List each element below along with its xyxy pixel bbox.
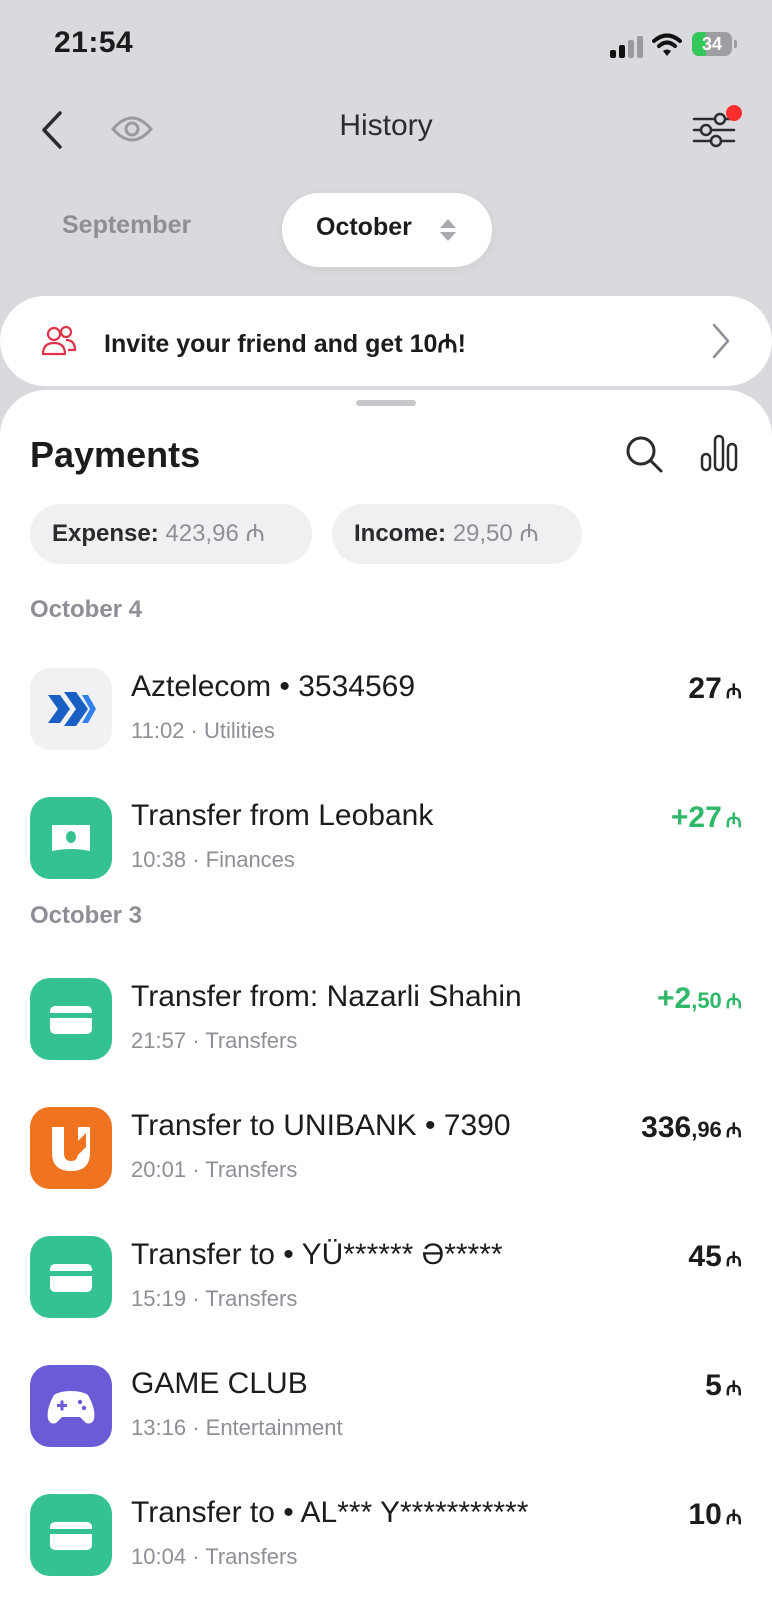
- search-icon[interactable]: [624, 434, 664, 474]
- transaction-amount: +2,50 ₼: [656, 982, 742, 1015]
- expense-chip[interactable]: Expense: 423,96 ₼: [30, 504, 312, 564]
- card-icon: [30, 1236, 112, 1318]
- sort-updown-icon: [440, 219, 456, 241]
- month-selector: September October: [0, 193, 772, 269]
- income-label: Income:: [354, 520, 447, 547]
- income-chip[interactable]: Income: 29,50 ₼: [332, 504, 582, 564]
- transaction-row[interactable]: Transfer from Leobank 10:38 · Finances +…: [0, 797, 772, 897]
- transaction-row[interactable]: Transfer to • AL*** Y*********** 10:04 ·…: [0, 1494, 772, 1594]
- transaction-name: Transfer from Leobank: [131, 799, 434, 832]
- people-icon: [41, 325, 77, 356]
- unibank-logo-icon: [30, 1107, 112, 1189]
- card-icon: [30, 978, 112, 1060]
- status-time: 21:54: [54, 26, 134, 59]
- transaction-row[interactable]: Transfer to • YÜ****** Ə***** 15:19 · Tr…: [0, 1236, 772, 1336]
- income-value: 29,50 ₼: [452, 520, 539, 547]
- invite-text: Invite your friend and get 10₼!: [104, 330, 466, 358]
- battery-icon: 34: [692, 32, 738, 58]
- transaction-row[interactable]: GAME CLUB 13:16 · Entertainment 5 ₼: [0, 1365, 772, 1465]
- invite-friend-banner[interactable]: Invite your friend and get 10₼!: [0, 296, 772, 386]
- month-label: October: [316, 213, 412, 241]
- expense-value: 423,96 ₼: [165, 520, 265, 547]
- wifi-icon: [652, 33, 682, 56]
- transaction-amount: 45 ₼: [688, 1240, 742, 1273]
- month-september[interactable]: September: [62, 211, 191, 240]
- page-title: History: [339, 109, 433, 142]
- transaction-name: GAME CLUB: [131, 1367, 308, 1400]
- transaction-amount: +27 ₼: [670, 801, 742, 834]
- navigation-bar: History: [0, 95, 772, 165]
- expense-label: Expense:: [52, 520, 159, 547]
- transaction-row[interactable]: Transfer to UNIBANK • 7390 20:01 · Trans…: [0, 1107, 772, 1207]
- aztelecom-logo-icon: [30, 668, 112, 750]
- transaction-meta: 13:16 · Entertainment: [131, 1415, 343, 1440]
- cellular-signal-icon: [610, 36, 644, 58]
- sheet-drag-handle[interactable]: [356, 400, 416, 406]
- transaction-name: Aztelecom • 3534569: [131, 670, 416, 703]
- transaction-amount: 5 ₼: [705, 1369, 742, 1402]
- transaction-amount: 10 ₼: [688, 1498, 742, 1531]
- payments-sheet: Payments Expense: 423,96 ₼ Income: 29,50…: [0, 390, 772, 1620]
- transaction-name: Transfer to UNIBANK • 7390: [131, 1109, 511, 1142]
- notification-dot: [726, 105, 742, 121]
- transaction-meta: 20:01 · Transfers: [131, 1157, 298, 1182]
- transaction-meta: 15:19 · Transfers: [131, 1286, 298, 1311]
- payments-title: Payments: [30, 434, 201, 475]
- transaction-amount: 336,96 ₼: [641, 1111, 742, 1144]
- transaction-meta: 10:38 · Finances: [131, 847, 295, 872]
- bar-chart-icon[interactable]: [700, 432, 738, 472]
- transaction-meta: 21:57 · Transfers: [131, 1028, 298, 1053]
- transaction-amount: 27 ₼: [688, 672, 742, 705]
- transaction-meta: 11:02 · Utilities: [131, 718, 275, 743]
- card-icon: [30, 1494, 112, 1576]
- transaction-row[interactable]: Aztelecom • 3534569 11:02 · Utilities 27…: [0, 668, 772, 768]
- status-bar: 21:54 34: [0, 0, 772, 90]
- date-header: October 3: [30, 902, 143, 929]
- month-october-selected[interactable]: October: [282, 193, 492, 267]
- transaction-name: Transfer to • YÜ****** Ə*****: [131, 1238, 503, 1271]
- transaction-row[interactable]: Transfer from: Nazarli Shahin 21:57 · Tr…: [0, 978, 772, 1078]
- gamepad-icon: [30, 1365, 112, 1447]
- date-header: October 4: [30, 596, 143, 623]
- battery-level: 34: [701, 34, 723, 54]
- chevron-right-icon: [712, 323, 730, 359]
- transaction-name: Transfer from: Nazarli Shahin: [131, 980, 522, 1013]
- transaction-name: Transfer to • AL*** Y***********: [131, 1496, 529, 1529]
- transaction-meta: 10:04 · Transfers: [131, 1544, 298, 1569]
- banknote-icon: [30, 797, 112, 879]
